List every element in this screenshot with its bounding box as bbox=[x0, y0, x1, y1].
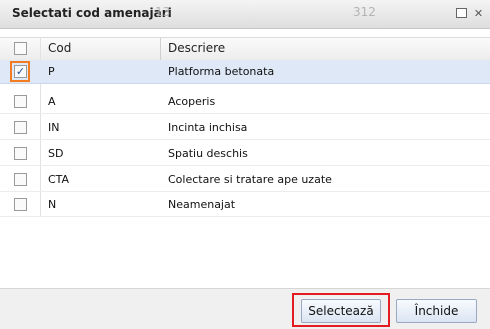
select-code-dialog: Selectati cod amenajari 13 312 ✕ Cod Des… bbox=[0, 0, 490, 329]
button-highlight-box bbox=[292, 293, 390, 327]
close-button[interactable]: Închide bbox=[396, 299, 477, 323]
background-text: 312 bbox=[353, 5, 376, 19]
row-description: Colectare si tratare ape uzate bbox=[168, 173, 332, 186]
row-code: N bbox=[48, 198, 57, 211]
row-checkbox[interactable] bbox=[14, 173, 27, 186]
table-row[interactable]: N Neamenajat bbox=[0, 193, 490, 217]
row-code: P bbox=[48, 65, 55, 78]
checkbox-highlight-box bbox=[10, 61, 30, 82]
close-icon[interactable]: ✕ bbox=[470, 6, 487, 22]
window-buttons: ✕ bbox=[456, 6, 487, 22]
row-description: Acoperis bbox=[168, 95, 216, 108]
row-checkbox[interactable] bbox=[14, 121, 27, 134]
row-checkbox[interactable] bbox=[14, 95, 27, 108]
row-description: Spatiu deschis bbox=[168, 147, 248, 160]
dialog-titlebar[interactable]: Selectati cod amenajari 13 312 ✕ bbox=[0, 0, 490, 29]
table-row[interactable]: CTA Colectare si tratare ape uzate bbox=[0, 168, 490, 192]
column-header-code[interactable]: Cod bbox=[48, 41, 71, 55]
row-checkbox[interactable] bbox=[14, 147, 27, 160]
row-code: A bbox=[48, 95, 56, 108]
row-code: CTA bbox=[48, 173, 70, 186]
table-row[interactable]: A Acoperis bbox=[0, 90, 490, 114]
row-description: Platforma betonata bbox=[168, 65, 275, 78]
row-description: Incinta inchisa bbox=[168, 121, 248, 134]
column-divider bbox=[160, 38, 161, 60]
table-header: Cod Descriere bbox=[0, 37, 490, 61]
background-text: 13 bbox=[155, 5, 171, 19]
dialog-footer: Selectează Închide bbox=[0, 288, 490, 329]
row-code: IN bbox=[48, 121, 60, 134]
table-row[interactable]: SD Spatiu deschis bbox=[0, 142, 490, 166]
table-row[interactable]: ✓ P Platforma betonata bbox=[0, 60, 490, 84]
row-code: SD bbox=[48, 147, 64, 160]
row-description: Neamenajat bbox=[168, 198, 236, 211]
select-all-checkbox[interactable] bbox=[14, 42, 27, 55]
row-checkbox[interactable] bbox=[14, 198, 27, 211]
dialog-title: Selectati cod amenajari bbox=[12, 6, 172, 20]
table-row[interactable]: IN Incinta inchisa bbox=[0, 116, 490, 140]
column-header-description[interactable]: Descriere bbox=[168, 41, 225, 55]
maximize-icon[interactable] bbox=[456, 8, 467, 18]
